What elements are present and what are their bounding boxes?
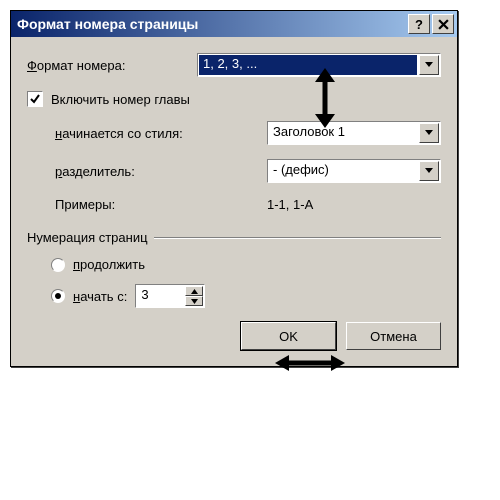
chevron-down-icon	[419, 123, 439, 143]
start-at-radio[interactable]	[51, 289, 65, 303]
start-at-spinner[interactable]: 3	[135, 284, 205, 308]
annotation-vertical-arrow-icon	[305, 68, 345, 128]
chevron-down-icon	[419, 55, 439, 75]
help-button[interactable]: ?	[408, 14, 430, 34]
page-number-format-dialog: Формат номера страницы ? Формат номера: …	[10, 10, 458, 367]
starts-style-combo[interactable]: Заголовок 1	[267, 121, 441, 145]
check-icon	[29, 93, 41, 105]
starts-style-label: начинается со стиля:	[27, 126, 267, 141]
separator-label: разделитель:	[27, 164, 267, 179]
titlebar-title: Формат номера страницы	[17, 16, 408, 32]
spinner-down-button[interactable]	[185, 296, 203, 306]
chevron-down-icon	[191, 299, 198, 304]
group-divider	[154, 237, 441, 239]
chevron-down-icon	[419, 161, 439, 181]
close-button[interactable]	[432, 14, 454, 34]
start-at-label: начать с:	[73, 289, 127, 304]
separator-combo[interactable]: - (дефис)	[267, 159, 441, 183]
examples-label: Примеры:	[27, 197, 267, 212]
continue-label: продолжить	[73, 257, 145, 272]
close-icon	[438, 19, 449, 30]
examples-value: 1-1, 1-A	[267, 197, 313, 212]
numbering-group-label: Нумерация страниц	[27, 230, 148, 245]
chevron-up-icon	[191, 289, 198, 294]
include-chapter-label: Включить номер главы	[51, 92, 190, 107]
titlebar: Формат номера страницы ?	[11, 11, 457, 37]
start-at-value: 3	[136, 285, 184, 307]
spinner-up-button[interactable]	[185, 286, 203, 296]
format-label: Формат номера:	[27, 58, 197, 73]
cancel-button[interactable]: Отмена	[346, 322, 441, 350]
include-chapter-checkbox[interactable]	[27, 91, 43, 107]
radio-dot-icon	[55, 293, 61, 299]
ok-button[interactable]: OK	[241, 322, 336, 350]
separator-value: - (дефис)	[268, 160, 418, 182]
continue-radio[interactable]	[51, 258, 65, 272]
annotation-horizontal-arrow-icon	[275, 348, 345, 378]
